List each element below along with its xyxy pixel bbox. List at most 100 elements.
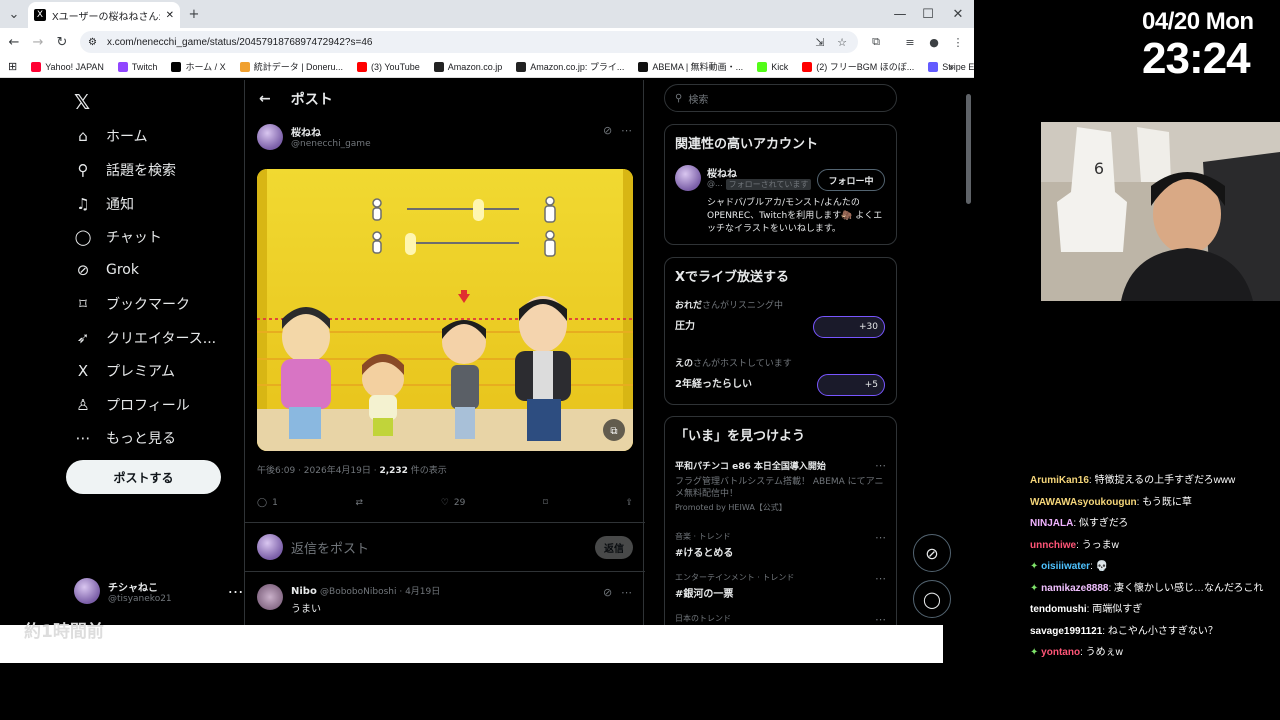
live-join-button[interactable]: +5	[817, 374, 885, 396]
bookmark-4[interactable]: (3) YouTube	[357, 61, 420, 72]
close-tab-icon[interactable]: ✕	[166, 10, 174, 21]
search-icon: ⚲	[77, 161, 89, 179]
like-button[interactable]: ♡ 29	[441, 498, 466, 508]
nav-more[interactable]: ⋯ もっと見る	[74, 428, 177, 448]
bookmark-0[interactable]: Yahoo! JAPAN	[31, 61, 104, 72]
profile-icon[interactable]: ●	[924, 32, 944, 52]
grok-icon[interactable]: ⊘	[603, 124, 612, 137]
more-icon[interactable]: ⋯	[621, 124, 632, 137]
more-icon[interactable]: ⋯	[621, 586, 632, 599]
bookmark-icon	[31, 61, 42, 72]
bookmark-8[interactable]: Kick	[757, 61, 788, 72]
more-icon[interactable]: ⋯	[875, 459, 886, 472]
author-name[interactable]: 桜ねね	[291, 124, 371, 139]
chat-message: ✦ namikaze8888: 凄く懐かしい感じ…なんだろこれ	[1030, 582, 1264, 594]
post-author[interactable]: 桜ねね @nenecchi_game	[257, 124, 371, 150]
avatar[interactable]	[675, 165, 701, 191]
repost-button[interactable]: ⇄	[356, 498, 364, 508]
apps-icon[interactable]: ⊞	[8, 60, 17, 73]
extensions-icon[interactable]: ⧉	[866, 32, 886, 52]
close-window-button[interactable]: ✕	[948, 4, 968, 24]
reply-text: うまい	[291, 604, 321, 615]
forward-icon[interactable]: →	[26, 35, 50, 50]
x-logo-icon[interactable]: 𝕏	[74, 90, 90, 114]
nav-creator-studio[interactable]: ➶ クリエイタース...	[74, 328, 216, 348]
grok-icon[interactable]: ⊘	[603, 586, 612, 599]
more-icon[interactable]: ⋯	[875, 613, 886, 625]
account-switcher[interactable]: チシャねこ @tisyaneko21 ⋯	[74, 578, 244, 604]
trend-item[interactable]: エンターテインメント · トレンド #銀河の一票	[675, 572, 794, 600]
back-arrow-icon[interactable]: ←	[259, 91, 271, 107]
post-image[interactable]: ⧉	[257, 169, 633, 451]
reply-submit-button[interactable]: 返信	[595, 535, 633, 559]
minimize-button[interactable]: —	[890, 4, 910, 24]
bookmark-6[interactable]: Amazon.co.jp: プライ...	[516, 60, 624, 73]
new-tab-button[interactable]: +	[184, 4, 204, 24]
media-icon[interactable]: ≡	[900, 32, 920, 52]
url-field[interactable]: ⚙ x.com/nenecchi_game/status/20457918768…	[80, 31, 858, 53]
nav-notifications[interactable]: ♫ 通知	[74, 194, 134, 214]
bookmark-icon: ⌑	[79, 295, 87, 313]
reply-input[interactable]: 返信をポスト	[291, 538, 587, 557]
star-icon[interactable]: ☆	[832, 32, 852, 52]
chat-message: ✦ oisiiiwater: 💀	[1030, 561, 1109, 572]
following-button[interactable]: フォロー中	[817, 169, 885, 191]
live-join-button[interactable]: +30	[813, 316, 885, 338]
related-title: 関連性の高いアカウント	[675, 137, 819, 152]
live-item-0[interactable]: おれださんがリスニング中 圧力	[675, 298, 783, 332]
bookmark-3[interactable]: 統計データ | Doneru...	[239, 60, 343, 73]
nav-explore[interactable]: ⚲ 話題を検索	[74, 160, 177, 180]
messages-fab[interactable]: ◯	[913, 580, 951, 618]
trend-promoted[interactable]: 平和パチンコ e86 本日全国導入開始 フラグ管理バトルシステム搭載！ ABEM…	[675, 459, 885, 513]
maximize-button[interactable]: ☐	[918, 4, 938, 24]
bookmark-button[interactable]: ⌑	[543, 498, 548, 508]
more-bookmarks-icon[interactable]: »	[949, 62, 954, 72]
nav-premium[interactable]: X プレミアム	[74, 361, 175, 381]
grok-icon: ⊘	[76, 261, 90, 279]
bookmark-icon	[802, 61, 813, 72]
post-time[interactable]: 午後6:09 · 2026年4月19日 ·	[257, 466, 379, 476]
nav-bookmarks[interactable]: ⌑ ブックマーク	[74, 294, 190, 314]
menu-icon[interactable]: ⋮	[948, 32, 968, 52]
reply-icon: ◯	[257, 498, 268, 508]
back-icon[interactable]: ←	[2, 35, 26, 50]
nav-home[interactable]: ⌂ ホーム	[74, 126, 147, 146]
reply-button[interactable]: ◯ 1	[257, 498, 278, 508]
more-icon[interactable]: ⋯	[228, 582, 244, 601]
bookmark-2[interactable]: ホーム / X	[171, 60, 226, 73]
related-name[interactable]: 桜ねね	[707, 165, 737, 180]
browser-tab[interactable]: X Xユーザーの桜ねねさん: 「https://t.c ✕	[28, 2, 180, 28]
nav-grok[interactable]: ⊘ Grok	[74, 261, 139, 279]
post-button[interactable]: ポストする	[66, 460, 221, 494]
more-icon[interactable]: ⋯	[875, 531, 886, 544]
scrollbar-thumb[interactable]	[966, 94, 971, 204]
chat-message: tendomushi: 両端似すぎ	[1030, 604, 1143, 615]
search-input[interactable]: ⚲ 検索	[664, 84, 897, 112]
live-item-1[interactable]: えのさんがホストしています 2年経ったらしい	[675, 356, 792, 390]
author-avatar[interactable]	[257, 124, 283, 150]
sparkle-badge-icon: ✦	[1030, 561, 1039, 572]
nav-chat[interactable]: ◯ チャット	[74, 227, 162, 247]
scrollbar[interactable]	[963, 80, 974, 625]
trend-item[interactable]: 日本のトレンド	[675, 613, 731, 624]
tab-search-icon[interactable]: ⌄	[4, 4, 24, 24]
chat-message: WAWAWAsyoukougun: もう既に草	[1030, 496, 1192, 508]
browser-window: ⌄ X Xユーザーの桜ねねさん: 「https://t.c ✕ + — ☐ ✕ …	[0, 0, 974, 625]
site-info-icon[interactable]: ⚙	[88, 37, 97, 48]
reload-icon[interactable]: ↻	[50, 35, 74, 50]
bookmark-7[interactable]: ABEMA | 無料動画・...	[638, 60, 743, 73]
bookmark-9[interactable]: (2) フリーBGM ほのぼ...	[802, 60, 914, 73]
bookmark-5[interactable]: Amazon.co.jp	[433, 61, 502, 72]
trend-item[interactable]: 音楽 · トレンド #けるとめる	[675, 531, 733, 559]
avatar[interactable]	[257, 584, 283, 610]
nav-profile[interactable]: ♙ プロフィール	[74, 395, 189, 415]
install-icon[interactable]: ⇲	[810, 32, 830, 52]
reply-item[interactable]: Nibo @BoboboNiboshi · 4月19日 うまい	[257, 584, 440, 615]
more-icon[interactable]: ⋯	[875, 572, 886, 585]
share-button[interactable]: ⇪	[625, 498, 633, 508]
bookmark-1[interactable]: Twitch	[117, 61, 157, 72]
webcam-image: 6	[1041, 122, 1280, 301]
reply-author-name[interactable]: Nibo	[291, 586, 317, 597]
grok-fab[interactable]: ⊘	[913, 534, 951, 572]
author-handle[interactable]: @nenecchi_game	[291, 139, 371, 149]
